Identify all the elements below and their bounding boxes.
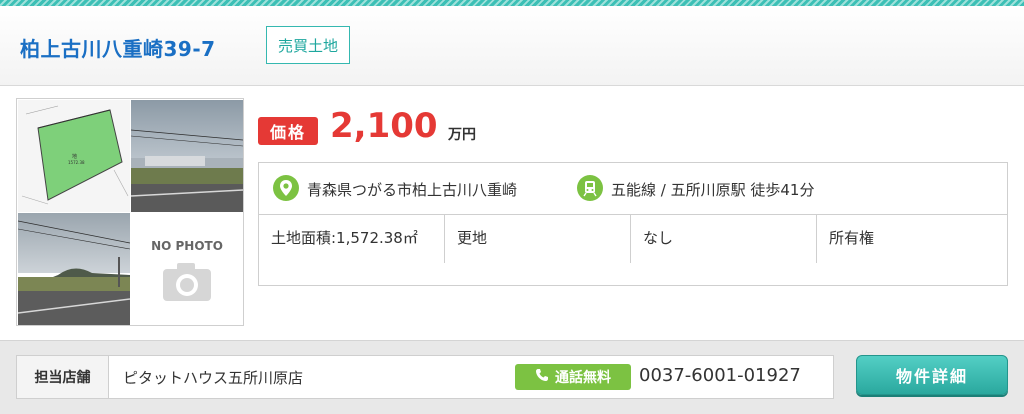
card-header: 柏上古川八重崎39-7 売買土地 [0, 6, 1024, 86]
land-status-value: 更地 [457, 229, 488, 247]
price-value: 2,100 [330, 106, 438, 146]
building-condition-value: なし [643, 229, 674, 247]
phone-icon [535, 368, 549, 386]
property-info-table: 青森県つがる市柏上古川八重崎 五能線 / 五所川原駅 徒歩41分 土地面積:1,… [258, 162, 1008, 286]
property-type-badge: 売買土地 [266, 26, 350, 64]
phone-number[interactable]: 0037-6001-01927 [639, 365, 801, 386]
building-condition-cell: なし [631, 215, 817, 263]
shop-name-link[interactable]: ピタットハウス五所川原店 [123, 367, 303, 388]
free-call-label: 通話無料 [555, 370, 611, 386]
price-label: 価格 [258, 117, 318, 145]
photo-grid: 地 1572.38 NO PHOTO [16, 98, 244, 326]
land-area-value: 土地面積:1,572.38㎡ [271, 229, 418, 247]
card-footer: 担当店舗 ピタットハウス五所川原店 通話無料 0037-6001-01927 物… [0, 340, 1024, 414]
road-field-photo[interactable] [18, 213, 130, 325]
free-call-badge: 通話無料 [515, 364, 631, 390]
price-unit: 万円 [448, 127, 476, 143]
shop-info-box: 担当店舗 ピタットハウス五所川原店 通話無料 0037-6001-01927 [16, 355, 834, 399]
survey-map-photo[interactable]: 地 1572.38 [18, 100, 130, 212]
no-photo-label: NO PHOTO [151, 239, 223, 253]
shop-label: 担当店舗 [17, 356, 109, 398]
property-card: 柏上古川八重崎39-7 売買土地 地 1572.38 NO PHOTO 価格 2… [0, 0, 1024, 414]
camera-icon [161, 261, 213, 303]
train-icon [577, 175, 603, 205]
no-photo-placeholder: NO PHOTO [131, 213, 243, 325]
property-detail-button[interactable]: 物件詳細 [856, 355, 1008, 395]
land-rights-value: 所有権 [829, 229, 875, 247]
address-text: 青森県つがる市柏上古川八重崎 [307, 181, 518, 199]
svg-text:1572.38: 1572.38 [68, 160, 85, 165]
land-rights-cell: 所有権 [817, 215, 1007, 263]
land-area-cell: 土地面積:1,572.38㎡ [259, 215, 445, 263]
field-street-photo[interactable] [131, 100, 243, 212]
location-row: 青森県つがる市柏上古川八重崎 五能線 / 五所川原駅 徒歩41分 [259, 163, 1007, 215]
station-access-text: 五能線 / 五所川原駅 徒歩41分 [611, 181, 815, 199]
property-title[interactable]: 柏上古川八重崎39-7 [20, 33, 216, 62]
map-pin-icon [273, 175, 299, 205]
land-status-cell: 更地 [445, 215, 631, 263]
svg-text:地: 地 [72, 153, 77, 160]
